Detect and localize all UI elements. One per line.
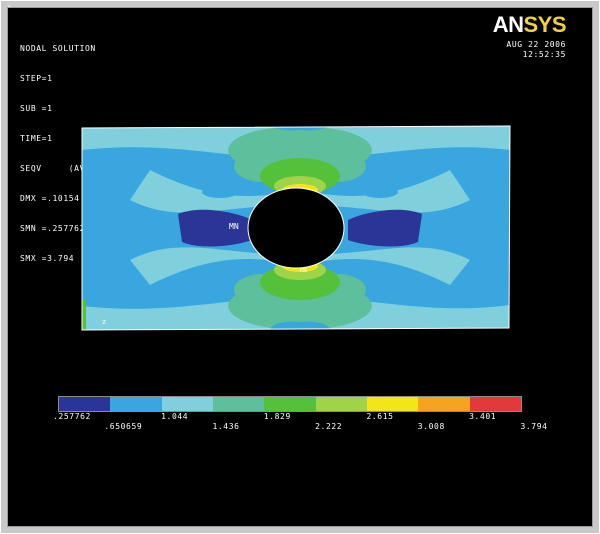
contour-plot[interactable]: MN MX z	[0, 0, 600, 534]
legend-tick-label: 2.222	[315, 422, 343, 431]
legend-swatch	[366, 397, 419, 411]
max-marker: MX	[300, 267, 308, 274]
legend-ticks-top: .257762 1.044 1.829 2.615 3.401	[53, 412, 578, 422]
legend-tick-label: 2.615	[366, 412, 394, 421]
legend-tick-label: 1.436	[212, 422, 240, 431]
legend-tick-label: 1.829	[263, 412, 291, 421]
legend-swatch	[110, 397, 162, 411]
legend-swatch	[161, 397, 213, 411]
min-marker: MN	[229, 222, 239, 231]
legend-ticks-bottom: .650659 1.436 2.222 3.008 3.794	[58, 422, 578, 432]
legend-swatch	[418, 397, 470, 411]
legend-swatch	[469, 397, 521, 411]
legend-tick-label: 3.401	[469, 412, 497, 421]
legend-swatch	[212, 397, 265, 411]
contour-legend-bar	[58, 396, 522, 412]
axis-triad-icon: z	[102, 318, 106, 326]
legend-tick-label: 3.008	[417, 422, 445, 431]
legend-swatch	[264, 397, 316, 411]
legend-tick-label: 1.044	[161, 412, 189, 421]
plate-hole	[247, 187, 345, 269]
legend-swatch	[59, 397, 111, 411]
legend-tick-label: .650659	[104, 422, 143, 431]
legend-tick-label: .257762	[53, 412, 91, 421]
legend-tick-label: 3.794	[520, 422, 548, 431]
legend-swatch	[315, 397, 367, 411]
